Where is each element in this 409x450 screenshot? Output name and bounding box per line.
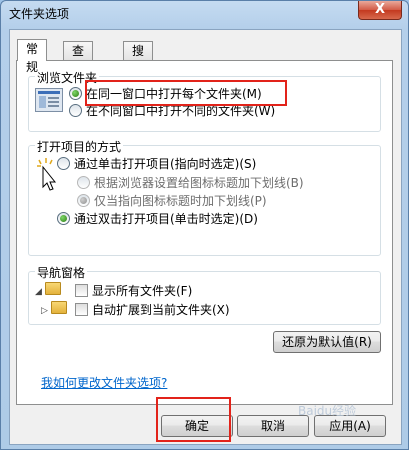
folder-icon — [51, 301, 67, 314]
help-link[interactable]: 我如何更改文件夹选项? — [41, 374, 167, 391]
navigation-pane-heading: 导航窗格 — [35, 264, 88, 281]
radio-button[interactable] — [69, 104, 82, 117]
close-button[interactable]: X — [358, 1, 402, 20]
checkbox-label: 显示所有文件夹(F) — [92, 284, 193, 298]
radio-button[interactable] — [69, 87, 82, 100]
tree-expanded-icon: ◢ — [35, 287, 42, 297]
single-window-icon — [35, 88, 63, 112]
dialog-window: 文件夹选项 X 常规 查看 搜索 浏览文件夹 在同一窗口中打开每个文件夹(M) — [0, 0, 409, 450]
checkbox-auto-expand[interactable]: 自动扩展到当前文件夹(X) — [75, 301, 230, 318]
folder-icon — [45, 282, 61, 295]
pointer-click-icon — [35, 157, 57, 191]
restore-defaults-button[interactable]: 还原为默认值(R) — [273, 331, 381, 353]
checkbox[interactable] — [75, 284, 88, 297]
radio-label: 通过双击打开项目(单击时选定)(D) — [74, 212, 258, 226]
tab-general[interactable]: 常规 — [17, 39, 48, 74]
click-items-group: 打开项目的方式 通过单击打开项目(指向时选定)(S) 根据浏览器设置给图标标题加… — [28, 138, 381, 256]
tab-view[interactable]: 查看 — [63, 41, 94, 76]
radio-underline-point[interactable]: 仅当指向图标标题时加下划线(P) — [77, 192, 267, 209]
navigation-pane-group: 导航窗格 ◢ ▷ 显示所有文件夹(F) 自动扩展到当前文件夹(X) — [28, 264, 381, 325]
checkbox[interactable] — [75, 303, 88, 316]
radio-button[interactable] — [77, 176, 90, 189]
tree-collapsed-icon: ▷ — [41, 306, 48, 316]
radio-label: 通过单击打开项目(指向时选定)(S) — [74, 157, 257, 171]
highlight-box-ok — [156, 397, 231, 442]
radio-single-click[interactable]: 通过单击打开项目(指向时选定)(S) — [57, 155, 256, 172]
close-icon: X — [374, 2, 386, 17]
watermark: Baidu经验 — [298, 404, 357, 418]
tree-row-show-all: ◢ — [35, 282, 65, 297]
radio-underline-browser[interactable]: 根据浏览器设置给图标标题加下划线(B) — [77, 174, 304, 191]
click-items-heading: 打开项目的方式 — [35, 138, 124, 155]
tree-row-auto-expand: ▷ — [41, 301, 71, 316]
checkbox-show-all-folders[interactable]: 显示所有文件夹(F) — [75, 282, 192, 299]
radio-label: 在不同窗口中打开不同的文件夹(W) — [86, 104, 276, 118]
radio-label: 根据浏览器设置给图标标题加下划线(B) — [94, 176, 304, 190]
tab-search[interactable]: 搜索 — [123, 41, 154, 76]
radio-button[interactable] — [57, 212, 70, 225]
window-title: 文件夹选项 — [9, 7, 70, 21]
highlight-box-same-window — [85, 80, 287, 106]
checkbox-label: 自动扩展到当前文件夹(X) — [92, 303, 230, 317]
radio-button[interactable] — [57, 157, 70, 170]
tab-panel-general: 浏览文件夹 在同一窗口中打开每个文件夹(M) 在不同窗口中打开不同的文件夹(W) — [16, 60, 393, 405]
radio-label: 仅当指向图标标题时加下划线(P) — [94, 194, 267, 208]
radio-double-click[interactable]: 通过双击打开项目(单击时选定)(D) — [57, 210, 258, 227]
radio-button[interactable] — [77, 194, 90, 207]
